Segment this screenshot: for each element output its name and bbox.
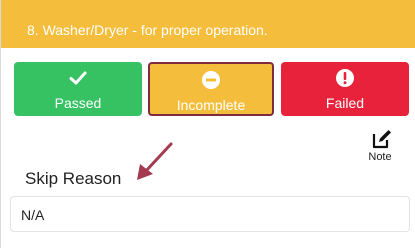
check-icon (69, 71, 87, 85)
incomplete-button[interactable]: Incomplete (148, 62, 274, 116)
passed-button[interactable]: Passed (14, 62, 142, 116)
item-title: 8. Washer/Dryer - for proper operation. (27, 22, 268, 38)
incomplete-label: Incomplete (176, 97, 246, 113)
failed-button[interactable]: Failed (281, 62, 409, 116)
skip-reason-field[interactable]: N/A (10, 196, 410, 232)
note-button[interactable]: Note (361, 128, 399, 166)
exclamation-circle-icon (336, 69, 354, 87)
note-label: Note (368, 151, 392, 163)
inspection-item-panel: 8. Washer/Dryer - for proper operation. … (0, 0, 415, 248)
edit-icon (372, 130, 391, 149)
failed-label: Failed (325, 95, 365, 111)
item-header: 8. Washer/Dryer - for proper operation. (1, 0, 415, 48)
passed-label: Passed (54, 95, 102, 111)
minus-circle-icon (202, 71, 220, 89)
skip-reason-value: N/A (21, 207, 45, 223)
annotation-arrow (137, 142, 173, 180)
skip-reason-label: Skip Reason (25, 169, 122, 188)
